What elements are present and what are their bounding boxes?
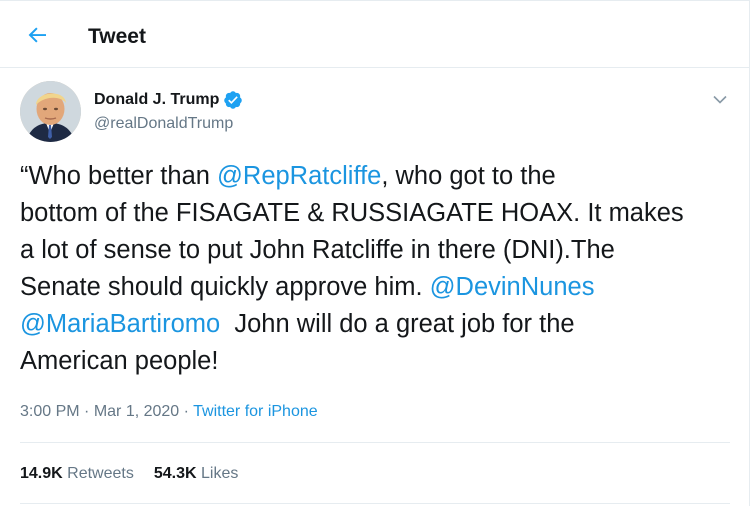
avatar[interactable] [20,81,81,142]
divider [20,442,730,443]
likes-count: 54.3K [153,465,197,482]
more-options-button[interactable] [707,88,733,110]
avatar-image [20,81,81,142]
chevron-down-icon [713,95,727,104]
retweets-count: 14.9K [20,465,63,482]
meta-separator: · [179,403,194,420]
meta-separator: · [79,403,94,420]
page-title: Tweet [88,25,146,48]
tweet-time[interactable]: 3:00 PM [20,403,80,420]
author-name-row[interactable]: Donald J. Trump [94,90,243,110]
back-button[interactable] [18,15,58,55]
author-display-name[interactable]: Donald J. Trump [94,90,219,110]
tweet-text-segment: “Who better than [20,162,218,190]
tweet-stats: 14.9K Retweets 54.3K Likes [20,464,238,484]
mention-link[interactable]: @RepRatcliffe [217,162,381,190]
retweets-label: Retweets [67,465,134,482]
divider [20,503,730,504]
mention-link[interactable]: @DevinNunes [430,273,595,301]
author-handle[interactable]: @realDonaldTrump [94,114,233,134]
tweet-date[interactable]: Mar 1, 2020 [94,403,179,420]
tweet-meta: 3:00 PM · Mar 1, 2020 · Twitter for iPho… [20,402,318,422]
mention-link[interactable]: @MariaBartiromo [20,310,220,338]
retweets-stat[interactable]: 14.9K Retweets [20,464,134,484]
arrow-left-icon [28,27,46,43]
likes-stat[interactable]: 54.3K Likes [154,464,239,484]
likes-label: Likes [201,465,239,482]
tweet-text: “Who better than @RepRatcliffe, who got … [20,158,736,380]
tweet-source-link[interactable]: Twitter for iPhone [193,403,318,420]
verified-badge-icon [224,91,243,109]
tweet-header: Tweet [0,1,749,68]
